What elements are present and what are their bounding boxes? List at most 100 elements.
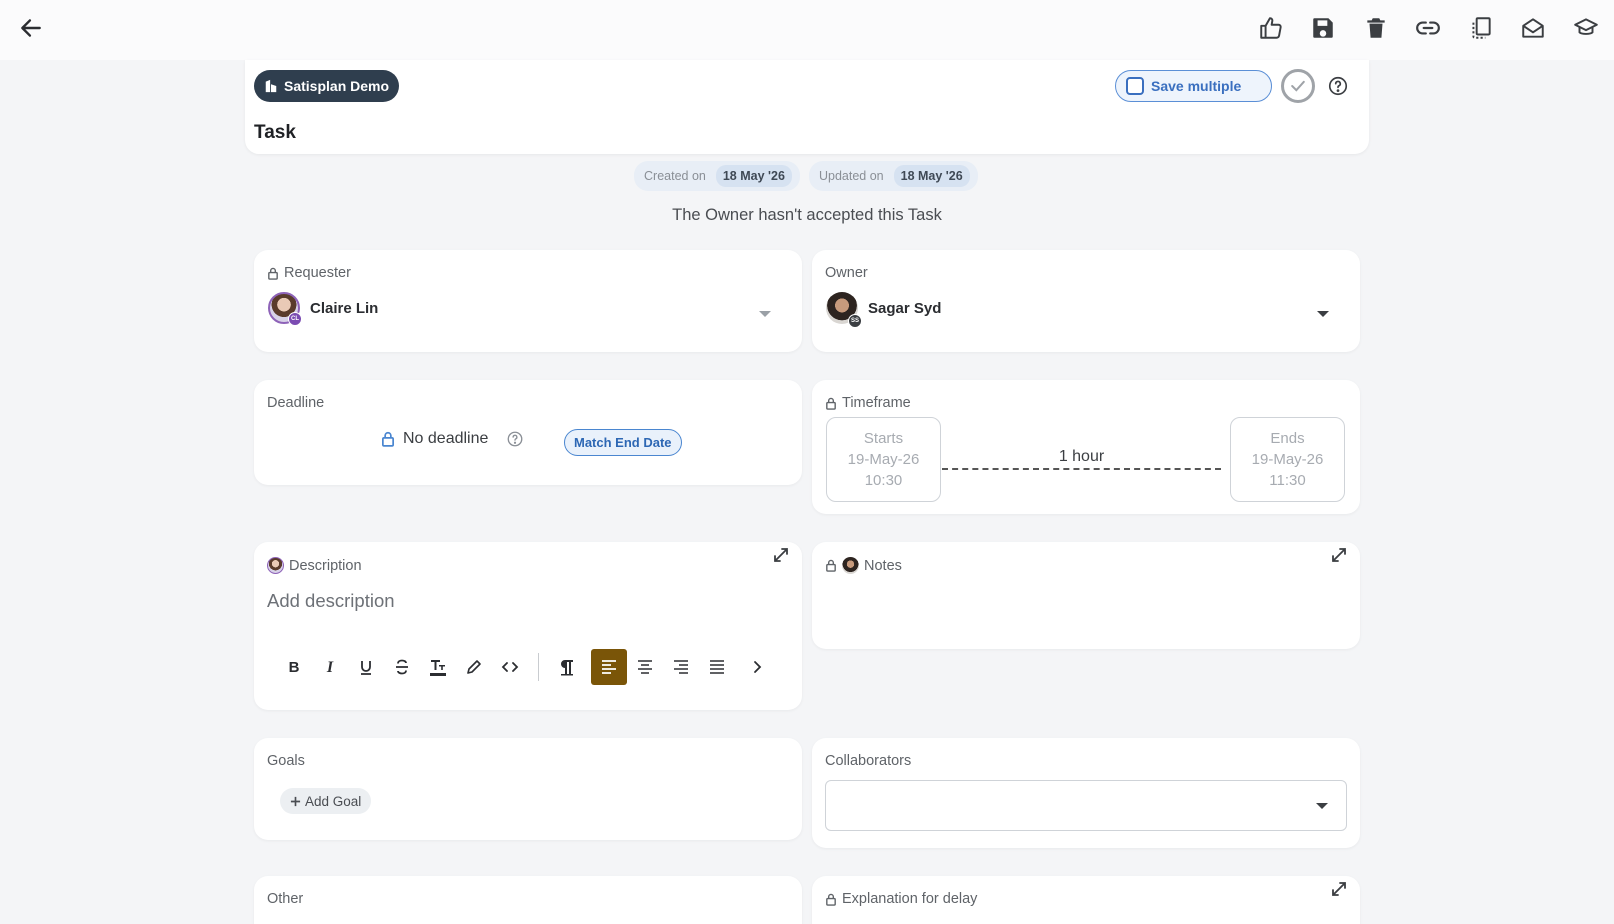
owner-card[interactable]: Owner SS Sagar Syd [812, 250, 1360, 352]
requester-name: Claire Lin [310, 299, 379, 317]
align-justify-icon[interactable] [699, 649, 735, 685]
delay-label-row: Explanation for delay [825, 891, 977, 907]
underline-icon[interactable] [348, 649, 384, 685]
end-time-box[interactable]: Ends 19-May-26 11:30 [1230, 417, 1345, 502]
start-time: 10:30 [864, 472, 903, 489]
notes-card[interactable]: Notes [812, 542, 1360, 649]
created-on-chip: Created on 18 May '26 [634, 161, 800, 191]
accept-task-button[interactable] [1281, 69, 1315, 103]
copy-icon[interactable] [1464, 11, 1498, 45]
requester-person: CL Claire Lin [268, 292, 379, 326]
lock-icon [268, 267, 278, 280]
add-goal-button[interactable]: Add Goal [280, 788, 372, 814]
page-title: Task [254, 122, 296, 143]
requester-card[interactable]: Requester CL Claire Lin [254, 250, 802, 352]
strikethrough-icon[interactable] [384, 649, 420, 685]
svg-text:I: I [326, 659, 334, 676]
save-icon[interactable] [1306, 11, 1340, 45]
avatar [842, 557, 859, 574]
paragraph-icon[interactable] [549, 649, 585, 685]
timeframe-duration: 1 hour [1058, 448, 1105, 465]
avatar: CL [268, 292, 302, 326]
company-badge[interactable]: Satisplan Demo [254, 70, 400, 102]
notes-label-row: Notes [825, 557, 902, 574]
bold-icon[interactable]: B [276, 649, 312, 685]
description-card[interactable]: Description Add description B I [254, 542, 802, 710]
start-label: Starts [863, 430, 904, 447]
updated-label: Updated on [819, 169, 884, 183]
description-label: Description [289, 557, 362, 574]
code-icon[interactable] [492, 649, 528, 685]
deadline-label: Deadline [267, 395, 325, 411]
notes-label: Notes [864, 557, 902, 574]
text-size-icon[interactable] [420, 649, 456, 685]
chevron-down-icon[interactable] [1317, 311, 1329, 317]
rich-text-toolbar: B I [276, 649, 775, 685]
delay-label: Explanation for delay [842, 891, 978, 907]
add-goal-label: Add Goal [305, 793, 362, 809]
owner-acceptance-message: The Owner hasn't accepted this Task [672, 206, 942, 224]
owner-person: SS Sagar Syd [826, 292, 942, 328]
requester-label-row: Requester [267, 265, 351, 281]
owner-label: Owner [825, 265, 868, 281]
mail-icon[interactable] [1516, 11, 1550, 45]
goals-label-row: Goals [267, 753, 305, 769]
chevron-down-icon[interactable] [759, 311, 771, 317]
svg-text:B: B [289, 659, 300, 676]
collaborators-select[interactable] [825, 780, 1347, 831]
help-icon[interactable] [1327, 75, 1349, 97]
deadline-value: No deadline [403, 430, 489, 447]
end-label: Ends [1270, 430, 1305, 447]
match-end-date-button[interactable]: Match End Date [564, 429, 682, 456]
avatar-badge: SS [848, 314, 862, 328]
owner-label-row: Owner [825, 265, 868, 281]
lock-icon [826, 559, 836, 572]
created-label: Created on [644, 169, 706, 183]
chevron-right-icon[interactable] [739, 649, 775, 685]
align-right-icon[interactable] [663, 649, 699, 685]
thumbs-up-icon[interactable] [1254, 11, 1288, 45]
italic-icon[interactable]: I [312, 649, 348, 685]
end-date: 19-May-26 [1251, 451, 1324, 468]
end-time: 11:30 [1269, 472, 1306, 489]
avatar [267, 557, 284, 574]
toolbar-divider [538, 653, 539, 681]
pen-icon[interactable] [456, 649, 492, 685]
lock-icon [826, 397, 836, 410]
other-card: Other [254, 876, 802, 924]
help-icon[interactable] [506, 430, 524, 448]
deadline-label-row: Deadline [267, 395, 324, 411]
expand-icon[interactable] [1330, 546, 1348, 564]
owner-name: Sagar Syd [868, 299, 942, 317]
created-date: 18 May '26 [715, 165, 792, 187]
delay-card[interactable]: Explanation for delay [812, 876, 1360, 924]
trash-icon[interactable] [1359, 11, 1393, 45]
chevron-down-icon[interactable] [1316, 803, 1328, 809]
expand-icon[interactable] [1330, 880, 1348, 898]
check-icon [1291, 80, 1305, 92]
link-icon[interactable] [1411, 11, 1445, 45]
save-multiple-label: Save multiple [1151, 78, 1242, 94]
description-input[interactable]: Add description [267, 590, 395, 612]
timeframe-card: Timeframe Starts 19-May-26 10:30 1 hour … [812, 380, 1360, 514]
timeframe-label: Timeframe [842, 395, 911, 411]
graduation-cap-icon[interactable] [1569, 11, 1603, 45]
expand-icon[interactable] [772, 546, 790, 564]
align-left-icon[interactable] [591, 649, 627, 685]
start-time-box[interactable]: Starts 19-May-26 10:30 [826, 417, 941, 502]
description-label-row: Description [267, 557, 362, 574]
collaborators-label: Collaborators [825, 753, 912, 769]
task-header-card: Satisplan Demo Task Save multiple [245, 60, 1369, 154]
deadline-value-row[interactable]: No deadline [381, 430, 524, 448]
collaborators-label-row: Collaborators [825, 753, 911, 769]
top-toolbar [0, 0, 1614, 60]
align-center-icon[interactable] [627, 649, 663, 685]
other-label-row: Other [267, 891, 303, 907]
save-multiple-toggle[interactable]: Save multiple [1115, 70, 1272, 102]
goals-label: Goals [267, 753, 305, 769]
checkbox-icon[interactable] [1126, 77, 1144, 95]
building-icon [265, 79, 277, 93]
back-arrow-icon[interactable] [14, 11, 48, 45]
other-label: Other [267, 891, 304, 907]
deadline-card: Deadline No deadline Match End Date [254, 380, 802, 485]
